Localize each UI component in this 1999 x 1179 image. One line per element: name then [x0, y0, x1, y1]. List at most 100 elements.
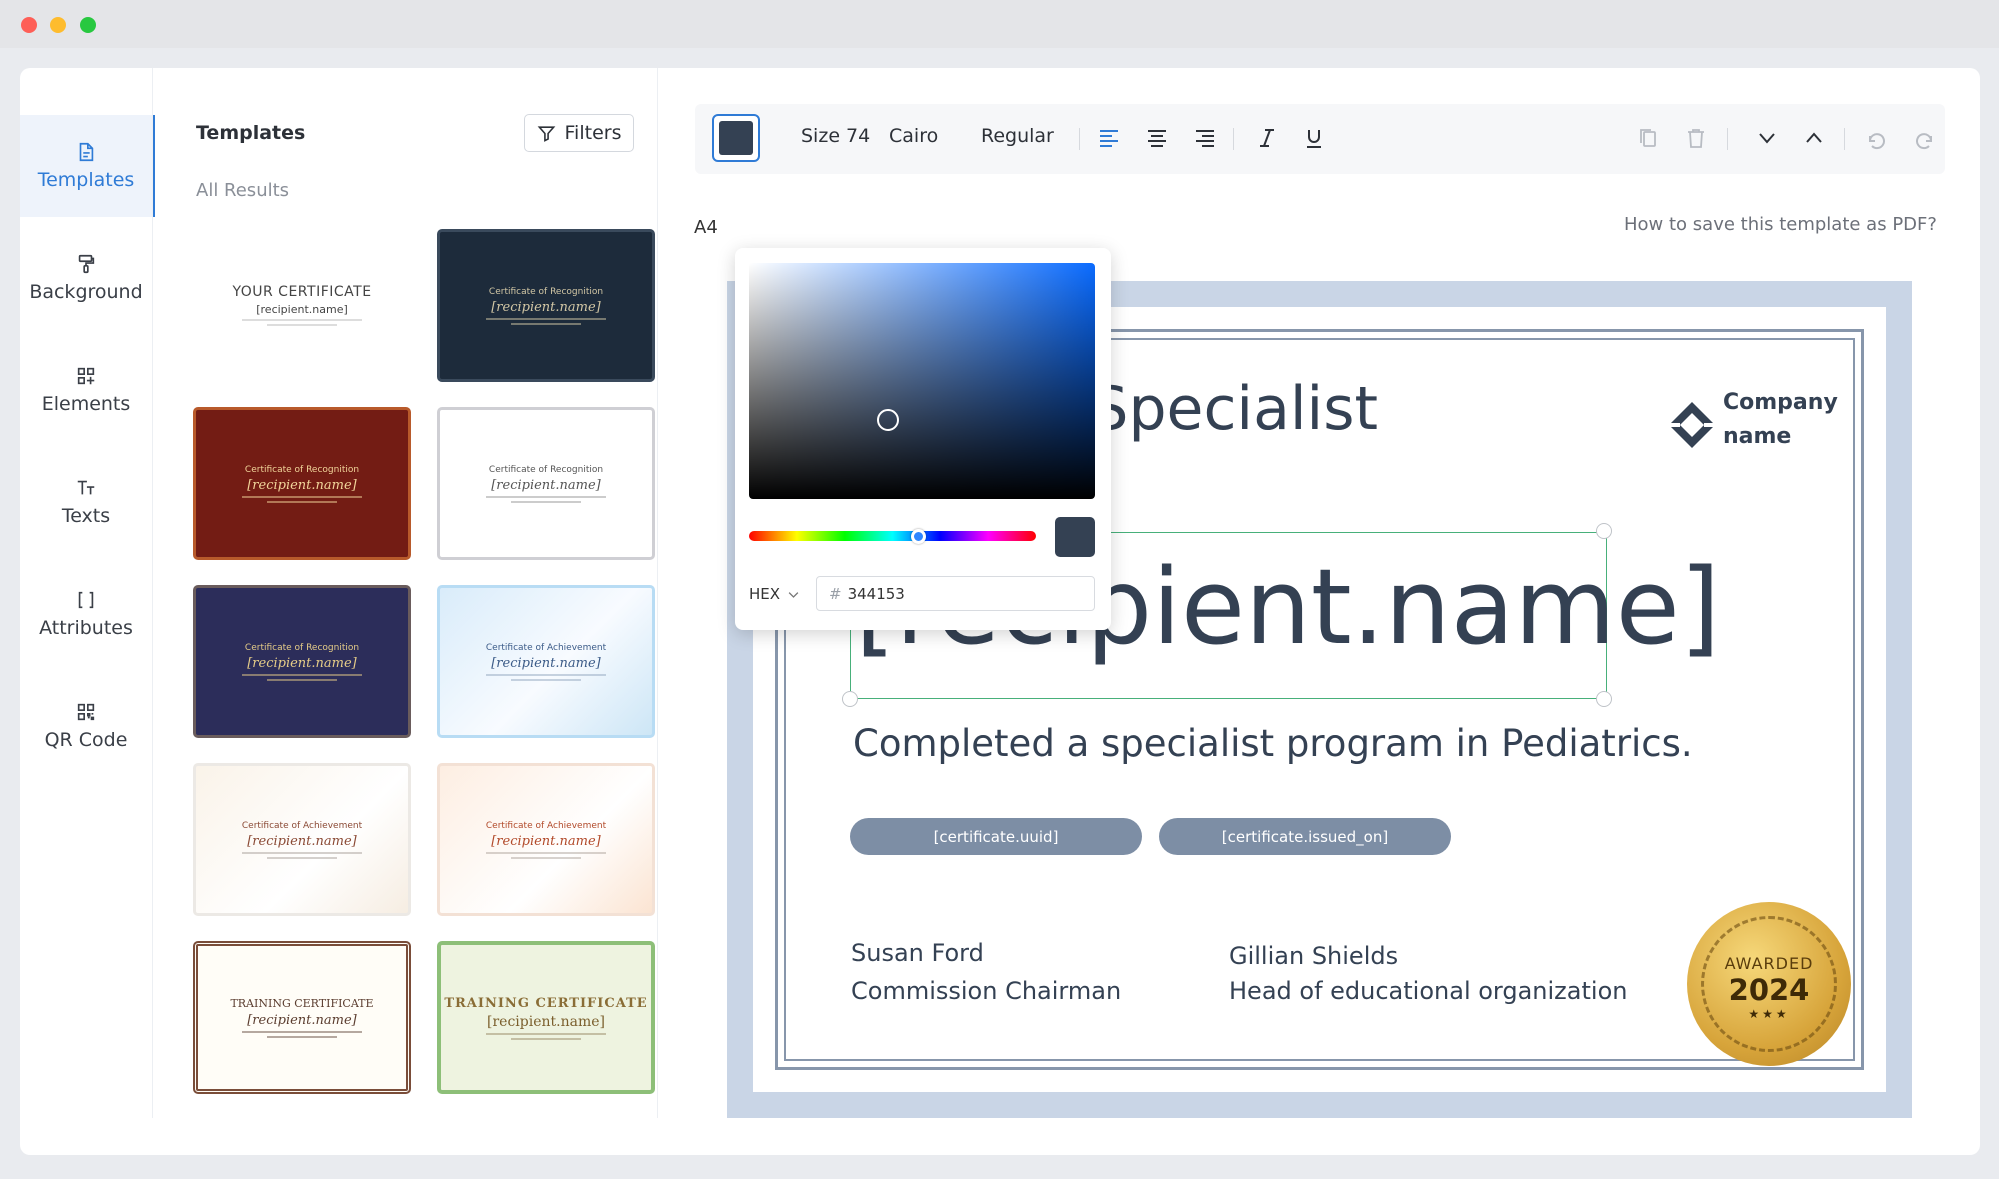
hue-slider-handle[interactable]	[911, 529, 926, 544]
filters-button[interactable]: Filters	[524, 114, 634, 152]
results-label: All Results	[196, 180, 290, 201]
nav-label: Texts	[61, 505, 111, 527]
redo-button[interactable]	[1909, 123, 1939, 153]
laurel-wreath-icon	[1701, 916, 1837, 1052]
thumbnail-recipient: [recipient.name]	[247, 1013, 357, 1028]
resize-handle[interactable]	[1596, 691, 1612, 707]
template-thumbnail[interactable]: YOUR CERTIFICATE [recipient.name]	[193, 228, 411, 381]
template-thumbnail[interactable]: TRAINING CERTIFICATE [recipient.name]	[193, 941, 411, 1094]
text-color-preview	[719, 121, 753, 155]
template-thumbnail[interactable]: Certificate of Recognition [recipient.na…	[193, 585, 411, 738]
hex-input[interactable]: # 344153	[816, 576, 1095, 611]
font-weight-select[interactable]: Regular	[981, 125, 1054, 147]
signatory-name[interactable]: Gillian Shields	[1229, 942, 1398, 970]
thumbnail-recipient: [recipient.name]	[247, 833, 357, 849]
nav-item-attributes[interactable]: Attributes	[20, 563, 152, 665]
filter-icon	[537, 125, 555, 142]
font-size-select[interactable]: Size 74	[801, 125, 870, 147]
template-thumbnail[interactable]: Certificate of Achievement [recipient.na…	[437, 763, 655, 916]
template-thumbnail[interactable]: Certificate of Achievement [recipient.na…	[193, 763, 411, 916]
thumbnail-text-line	[242, 318, 362, 321]
font-family-select[interactable]: Cairo	[889, 125, 938, 147]
editor-app: Templates Background Elements Texts Attr…	[20, 68, 1980, 1155]
underline-button[interactable]	[1299, 123, 1329, 153]
template-thumbnail[interactable]: TRAINING CERTIFICATE [recipient.name]	[437, 941, 655, 1094]
nav-label: QR Code	[44, 729, 128, 751]
move-down-button[interactable]	[1752, 123, 1782, 153]
signatory-role[interactable]: Commission Chairman	[851, 977, 1121, 1005]
thumbnail-text-line	[267, 1036, 337, 1038]
certificate-uuid-field[interactable]: [certificate.uuid]	[850, 818, 1142, 855]
align-right-button[interactable]	[1190, 123, 1220, 153]
thumbnail-text-line	[242, 1031, 362, 1033]
color-cursor[interactable]	[877, 409, 899, 431]
nav-label: Background	[29, 281, 143, 303]
nav-item-texts[interactable]: Texts	[20, 451, 152, 553]
thumbnail-text-line	[486, 495, 606, 498]
color-mode-label: HEX	[749, 585, 781, 603]
nav-item-qr-code[interactable]: QR Code	[20, 675, 152, 777]
close-window-button[interactable]	[21, 17, 37, 33]
resize-handle[interactable]	[842, 691, 858, 707]
toolbar-divider	[1844, 128, 1845, 150]
undo-icon	[1869, 133, 1885, 150]
thumbnail-title: TRAINING CERTIFICATE	[230, 997, 374, 1010]
template-icon	[79, 142, 94, 162]
description-text[interactable]: Completed a specialist program in Pediat…	[853, 722, 1693, 765]
thumbnail-text-line	[486, 1032, 606, 1035]
thumbnail-text-line	[511, 856, 581, 859]
hue-slider[interactable]	[749, 531, 1036, 541]
delete-button[interactable]	[1681, 123, 1711, 153]
template-thumbnail[interactable]: Certificate of Recognition [recipient.na…	[437, 229, 655, 382]
thumbnail-title: Certificate of Recognition	[244, 642, 360, 653]
maximize-window-button[interactable]	[80, 17, 96, 33]
resize-handle[interactable]	[1596, 523, 1612, 539]
thumbnail-text-line	[486, 673, 606, 676]
template-thumbnail[interactable]: Certificate of Recognition [recipient.na…	[193, 407, 411, 560]
thumbnail-recipient: [recipient.name]	[247, 477, 357, 493]
nav-item-elements[interactable]: Elements	[20, 339, 152, 441]
thumbnail-title: Certificate of Achievement	[485, 642, 607, 653]
align-right-icon	[1196, 130, 1214, 147]
italic-icon	[1260, 129, 1274, 147]
thumbnail-title: YOUR CERTIFICATE	[232, 283, 372, 300]
brackets-icon	[78, 591, 94, 609]
undo-button[interactable]	[1862, 123, 1892, 153]
certificate-issued-on-field[interactable]: [certificate.issued_on]	[1159, 818, 1451, 855]
hex-value[interactable]: 344153	[848, 585, 905, 603]
thumbnail-text-line	[267, 678, 337, 681]
toolbar-divider	[1233, 128, 1234, 150]
company-logo-icon[interactable]	[1666, 399, 1718, 451]
text-color-swatch[interactable]	[712, 114, 760, 162]
nav-label: Templates	[37, 169, 135, 191]
thumbnail-text-line	[242, 673, 362, 676]
hash-symbol: #	[829, 584, 842, 603]
template-thumbnail[interactable]: Certificate of Achievement [recipient.na…	[437, 585, 655, 738]
thumbnail-title: TRAINING CERTIFICATE	[444, 995, 648, 1011]
template-thumbnail[interactable]: Certificate of Recognition [recipient.na…	[437, 407, 655, 560]
nav-label: Elements	[41, 393, 131, 415]
award-seal[interactable]: AWARDED 2024 ★★★	[1687, 902, 1851, 1066]
color-mode-select[interactable]: HEX	[749, 585, 801, 603]
thumbnail-text-line	[511, 322, 581, 325]
thumbnail-recipient: [recipient.name]	[491, 299, 601, 315]
duplicate-button[interactable]	[1633, 123, 1663, 153]
thumbnail-recipient: [recipient.name]	[256, 302, 348, 316]
text-icon	[77, 480, 95, 495]
thumbnail-title: Certificate of Recognition	[244, 464, 360, 475]
minimize-window-button[interactable]	[50, 17, 66, 33]
company-name[interactable]: Company name	[1723, 386, 1845, 454]
move-up-button[interactable]	[1799, 123, 1829, 153]
align-left-button[interactable]	[1094, 123, 1124, 153]
signatory-name[interactable]: Susan Ford	[851, 939, 984, 967]
align-center-button[interactable]	[1142, 123, 1172, 153]
nav-item-templates[interactable]: Templates	[20, 115, 155, 217]
thumbnail-recipient: [recipient.name]	[247, 655, 357, 671]
signatory-role[interactable]: Head of educational organization	[1229, 977, 1627, 1005]
thumbnail-text-line	[242, 851, 362, 854]
italic-button[interactable]	[1252, 123, 1282, 153]
nav-item-background[interactable]: Background	[20, 227, 152, 329]
thumbnail-text-line	[242, 495, 362, 498]
save-pdf-help-link[interactable]: How to save this template as PDF?	[1624, 214, 1937, 235]
saturation-value-area[interactable]	[749, 263, 1095, 499]
